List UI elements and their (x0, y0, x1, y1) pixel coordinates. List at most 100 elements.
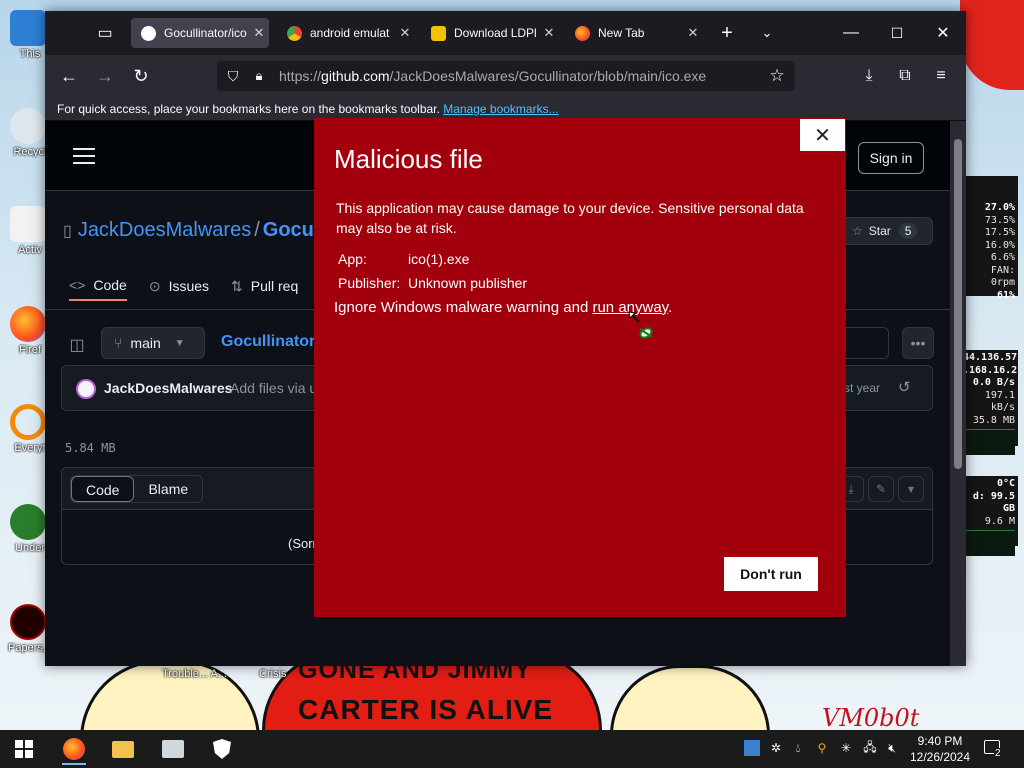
firefox-icon (575, 25, 590, 41)
more-options-icon[interactable]: ••• (902, 327, 934, 359)
taskbar-clock[interactable]: 9:40 PM 12/26/2024 (904, 733, 976, 765)
repo-owner-link[interactable]: JackDoesMalwares (78, 219, 251, 241)
taskbar-firefox[interactable] (54, 733, 94, 765)
side-panel-toggle-icon[interactable]: ◫ (61, 329, 93, 361)
tray-settings-icon[interactable]: ✲ (768, 740, 784, 756)
notification-center-icon[interactable]: 2 (982, 738, 1006, 760)
repo-icon: ▯ (63, 223, 72, 240)
scrollbar-thumb[interactable] (954, 139, 962, 469)
tab-issues[interactable]: ⊙ Issues (149, 271, 209, 301)
url-text[interactable]: https://github.com/JackDoesMalwares/Gocu… (279, 68, 706, 84)
reload-icon[interactable]: ↻ (127, 62, 155, 90)
clock-time: 9:40 PM (917, 734, 963, 748)
commit-message[interactable]: Add files via u (230, 380, 317, 396)
list-tabs-chevron-icon[interactable]: ⌄ (753, 19, 781, 47)
close-dialog-icon[interactable]: ✕ (800, 119, 845, 151)
tray-search-icon[interactable]: ⚲ (814, 740, 830, 756)
star-button[interactable]: ☆ Star 5 (841, 217, 933, 245)
network-graph (963, 429, 1015, 455)
close-window-icon[interactable]: ✕ (929, 19, 957, 47)
avatar[interactable] (76, 379, 96, 399)
tray-volume-muted-icon[interactable]: 🔇︎ (884, 740, 900, 756)
desktop-icon-everything[interactable]: Everyt (6, 404, 50, 454)
breadcrumb-repo-link[interactable]: Gocullinator (221, 333, 315, 351)
lock-icon[interactable]: 🔒︎ (245, 62, 273, 90)
history-icon[interactable]: ↺ (898, 378, 918, 398)
tab-pull-requests[interactable]: ⇅ Pull req (231, 271, 298, 301)
tab-download-ldplayer[interactable]: Download LDPl ✕ (421, 18, 559, 48)
desktop-icon-activate[interactable]: Activ (6, 206, 50, 256)
computer-icon (10, 10, 46, 46)
cpu-core-2: 17.5% (984, 227, 1015, 238)
code-view-button[interactable]: Code (71, 476, 135, 502)
taskbar-file-explorer[interactable] (103, 733, 143, 765)
star-icon: ☆ (852, 224, 863, 238)
tab-android-emulator[interactable]: android emulat ✕ (277, 18, 415, 48)
dont-run-button[interactable]: Don't run (724, 557, 818, 591)
taskbar-app[interactable] (153, 733, 193, 765)
menu-hamburger-icon[interactable]: ≡ (927, 62, 955, 90)
taskbar-security[interactable] (202, 733, 242, 765)
forward-arrow-icon[interactable]: → (91, 62, 119, 90)
chevron-down-icon[interactable]: ▾ (898, 476, 924, 502)
branch-name: main (130, 335, 161, 351)
desktop-icon-recycle-bin[interactable]: Recycl (6, 108, 50, 158)
bookmark-star-icon[interactable]: ☆ (763, 62, 791, 90)
back-arrow-icon[interactable]: ← (55, 62, 83, 90)
tab-title: Gocullinator/ico (164, 26, 247, 40)
manage-bookmarks-link[interactable]: Manage bookmarks... (443, 102, 558, 116)
close-tab-icon[interactable]: ✕ (249, 25, 269, 41)
downloads-icon[interactable]: ⤓ (855, 62, 883, 90)
blame-view-button[interactable]: Blame (134, 476, 202, 502)
tab-new-tab[interactable]: New Tab ✕ (565, 18, 703, 48)
tab-code[interactable]: <> Code (69, 271, 127, 301)
publisher-key: Publisher: (338, 275, 401, 291)
start-button[interactable] (4, 733, 44, 765)
firefox-icon (63, 738, 85, 760)
minimize-icon[interactable]: — (837, 19, 865, 47)
folder-icon (112, 740, 134, 758)
disk-usage: 9.6 M (984, 515, 1015, 527)
commit-time: st year (844, 381, 881, 395)
network-download: 197.1 kB/s (984, 389, 1015, 414)
tray-network-icon[interactable]: 🖧︎ (862, 740, 878, 756)
app-key: App: (338, 251, 367, 267)
desktop-icon-firefox[interactable]: Firef (6, 306, 50, 356)
close-tab-icon[interactable]: ✕ (395, 25, 415, 41)
tab-overview-icon[interactable]: ▭ (91, 19, 119, 47)
cpu-usage: 61% (996, 289, 1015, 301)
firefox-icon (10, 306, 46, 342)
desktop-icon-papers-please[interactable]: Papers, I (6, 604, 52, 654)
fan-speed: FAN: 0rpm (990, 264, 1015, 289)
desktop-icon-trouble-label[interactable]: Trouble... A... (162, 668, 227, 680)
github-menu-icon[interactable] (73, 148, 95, 164)
edit-pencil-icon[interactable]: ✎ (868, 476, 894, 502)
search-icon (10, 404, 46, 440)
close-tab-icon[interactable]: ✕ (539, 25, 559, 41)
extensions-icon[interactable]: ⧉ (891, 62, 919, 90)
repo-name-link[interactable]: Gocu (263, 219, 314, 241)
file-actions: ⤓ ✎ ▾ (838, 476, 926, 502)
page-scrollbar[interactable] (950, 121, 966, 666)
tab-title: android emulat (310, 26, 390, 40)
address-bar[interactable]: ⛉ 🔒︎ https://github.com/JackDoesMalwares… (217, 61, 795, 91)
file-body-message: (Sorr (288, 536, 317, 551)
branch-selector[interactable]: ⑂ main ▼ (101, 327, 205, 359)
commit-author[interactable]: JackDoesMalwares (104, 380, 232, 396)
chevron-down-icon: ▼ (174, 337, 185, 349)
tab-gocullinator[interactable]: Gocullinator/ico ✕ (131, 18, 269, 48)
new-tab-plus-icon[interactable]: + (713, 19, 741, 47)
maximize-icon[interactable]: ☐ (883, 19, 911, 47)
document-icon (10, 206, 46, 242)
desktop-icon-crisis-label[interactable]: Crisis (259, 668, 287, 680)
desktop-icon-undertale[interactable]: Under (6, 504, 50, 554)
desktop-icon-this-pc[interactable]: This (6, 10, 50, 60)
close-tab-icon[interactable]: ✕ (683, 25, 703, 41)
tray-monitor-icon[interactable] (744, 740, 760, 756)
star-label: Star (868, 224, 891, 238)
tray-brightness-icon[interactable]: ✳ (838, 740, 854, 756)
sign-in-button[interactable]: Sign in (858, 142, 924, 174)
shield-icon[interactable]: ⛉ (219, 62, 247, 90)
tray-drop-icon[interactable]: 💧︎ (790, 740, 806, 756)
app-row: App: ico(1).exe (338, 251, 638, 271)
